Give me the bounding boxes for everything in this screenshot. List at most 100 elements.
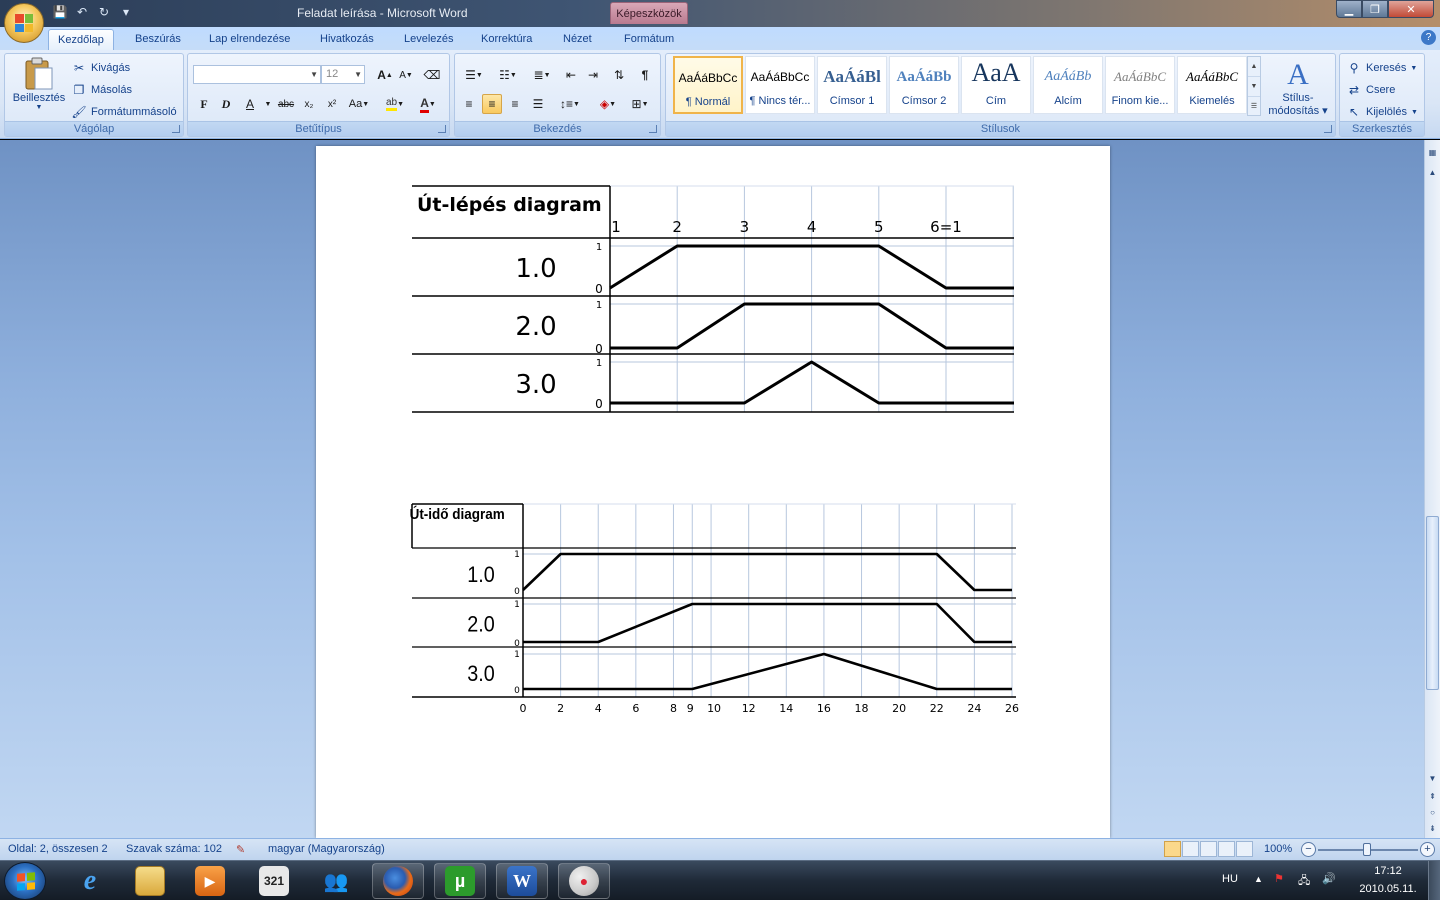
- align-center-button[interactable]: ≡: [482, 94, 502, 114]
- zoom-out-icon[interactable]: −: [1301, 842, 1316, 857]
- document-page[interactable]: Út-lépés diagram 1 2 3 4 5 6=1 1.0 1 0 2.0 1 0 3.0 1 0…: [316, 146, 1110, 838]
- help-icon[interactable]: ?: [1421, 30, 1436, 45]
- volume-icon[interactable]: 🔊: [1322, 872, 1336, 885]
- select-browse-object-icon[interactable]: ○: [1425, 806, 1440, 820]
- change-styles-button[interactable]: A Stílus- módosítás ▾: [1262, 58, 1334, 117]
- style-heading-1[interactable]: AaÁáBl Címsor 1: [817, 56, 887, 114]
- taskbar-firefox[interactable]: [372, 863, 424, 899]
- paste-button[interactable]: Beillesztés ▼: [9, 56, 69, 111]
- vertical-scrollbar[interactable]: ▦ ▲ ▼ ⇞ ○ ⇟: [1424, 140, 1440, 838]
- language-indicator[interactable]: HU: [1222, 873, 1238, 885]
- taskbar-word[interactable]: W: [496, 863, 548, 899]
- action-center-icon[interactable]: ⚑: [1274, 872, 1284, 885]
- highlight-button[interactable]: ab ▼: [381, 94, 409, 114]
- chevron-down-icon[interactable]: ▼: [1248, 77, 1260, 97]
- font-color-button[interactable]: A ▼: [414, 94, 442, 114]
- maximize-button[interactable]: ❐: [1362, 0, 1388, 18]
- increase-indent-button[interactable]: ⇥: [583, 65, 603, 85]
- grow-font-button[interactable]: A ▲: [375, 65, 395, 85]
- taskbar-paint[interactable]: ●: [558, 863, 610, 899]
- decrease-indent-button[interactable]: ⇤: [561, 65, 581, 85]
- superscript-button[interactable]: x²: [322, 94, 342, 114]
- tab-beszuras[interactable]: Beszúrás: [126, 29, 190, 50]
- scroll-up-icon[interactable]: ▲: [1425, 166, 1440, 180]
- dialog-launcher-icon[interactable]: [649, 125, 657, 133]
- more-icon[interactable]: ☰: [1248, 97, 1260, 116]
- word-count[interactable]: Szavak száma: 102: [126, 843, 222, 855]
- shrink-font-button[interactable]: A ▼: [396, 65, 416, 85]
- style-subtle-emphasis[interactable]: AaÁáBbC Finom kie...: [1105, 56, 1175, 114]
- clock-time[interactable]: 17:12: [1358, 865, 1418, 877]
- scroll-down-icon[interactable]: ▼: [1425, 772, 1440, 786]
- tab-levelezes[interactable]: Levelezés: [395, 29, 463, 50]
- zoom-slider-knob[interactable]: [1363, 843, 1371, 856]
- print-layout-view-icon[interactable]: [1164, 841, 1181, 857]
- page-count[interactable]: Oldal: 2, összesen 2: [8, 843, 108, 855]
- style-heading-2[interactable]: AaÁáBb Címsor 2: [889, 56, 959, 114]
- change-case-button[interactable]: Aa ▼: [346, 94, 372, 114]
- cut-button[interactable]: ✂ Kivágás: [71, 60, 130, 76]
- clock-date[interactable]: 2010.05.11.: [1352, 883, 1424, 895]
- chevron-up-icon[interactable]: ▲: [1248, 57, 1260, 77]
- minimize-button[interactable]: ▁: [1336, 0, 1362, 18]
- format-painter-button[interactable]: 🖌 Formátummásoló: [71, 104, 176, 120]
- undo-icon[interactable]: ↶: [74, 4, 90, 20]
- font-size-combo[interactable]: 12 ▼: [321, 65, 365, 84]
- underline-button[interactable]: A: [240, 94, 260, 114]
- multilevel-list-button[interactable]: ≣ ▼: [527, 65, 557, 85]
- style-subtitle[interactable]: AaÁáBb Alcím: [1033, 56, 1103, 114]
- bullets-button[interactable]: ☰ ▼: [459, 65, 489, 85]
- select-button[interactable]: ↖ Kijelölés ▼: [1346, 104, 1418, 120]
- taskbar-explorer[interactable]: [124, 863, 176, 899]
- shading-button[interactable]: ◈ ▼: [593, 94, 623, 114]
- justify-button[interactable]: ☰: [528, 94, 548, 114]
- dialog-launcher-icon[interactable]: [438, 125, 446, 133]
- font-name-combo[interactable]: ▼: [193, 65, 321, 84]
- show-desktop-button[interactable]: [1428, 861, 1440, 900]
- web-layout-view-icon[interactable]: [1200, 841, 1217, 857]
- close-button[interactable]: ✕: [1388, 0, 1434, 18]
- tab-formatum[interactable]: Formátum: [615, 29, 683, 50]
- zoom-level[interactable]: 100%: [1264, 843, 1292, 855]
- dialog-launcher-icon[interactable]: [1324, 125, 1332, 133]
- underline-dropdown-icon[interactable]: ▼: [258, 94, 278, 114]
- align-left-button[interactable]: ≡: [459, 94, 479, 114]
- taskbar-media-player-classic[interactable]: 321: [248, 863, 300, 899]
- styles-gallery-scroll[interactable]: ▲ ▼ ☰: [1247, 56, 1261, 116]
- sort-button[interactable]: ⇅: [609, 65, 629, 85]
- subscript-button[interactable]: x₂: [299, 94, 319, 114]
- proofing-icon[interactable]: ✎: [236, 843, 245, 856]
- outline-view-icon[interactable]: [1218, 841, 1235, 857]
- zoom-in-icon[interactable]: +: [1420, 842, 1435, 857]
- show-marks-button[interactable]: ¶: [635, 65, 655, 85]
- tab-korrektura[interactable]: Korrektúra: [472, 29, 541, 50]
- copy-button[interactable]: ❐ Másolás: [71, 82, 132, 98]
- italic-button[interactable]: D: [216, 94, 236, 114]
- language-indicator[interactable]: magyar (Magyarország): [268, 843, 385, 855]
- align-right-button[interactable]: ≡: [505, 94, 525, 114]
- previous-page-icon[interactable]: ⇞: [1425, 790, 1440, 804]
- dialog-launcher-icon[interactable]: [172, 125, 180, 133]
- style-title[interactable]: AaA Cím: [961, 56, 1031, 114]
- network-icon[interactable]: 🖧: [1298, 872, 1310, 891]
- bold-button[interactable]: F: [194, 94, 214, 114]
- taskbar-utorrent[interactable]: µ: [434, 863, 486, 899]
- taskbar-media-player[interactable]: ▶: [184, 863, 236, 899]
- draft-view-icon[interactable]: [1236, 841, 1253, 857]
- line-spacing-button[interactable]: ↕≡ ▼: [555, 94, 585, 114]
- redo-icon[interactable]: ↻: [96, 4, 112, 20]
- tab-nezet[interactable]: Nézet: [554, 29, 601, 50]
- taskbar-messenger[interactable]: 👥: [310, 863, 362, 899]
- style-emphasis[interactable]: AaÁáBbC Kiemelés: [1177, 56, 1247, 114]
- save-icon[interactable]: 💾: [52, 4, 68, 20]
- find-button[interactable]: ⚲ Keresés ▼: [1346, 60, 1418, 76]
- clear-formatting-button[interactable]: ⌫: [422, 65, 442, 85]
- customize-qat-icon[interactable]: ▾: [118, 4, 134, 20]
- next-page-icon[interactable]: ⇟: [1425, 822, 1440, 836]
- start-button[interactable]: [4, 862, 46, 900]
- scrollbar-thumb[interactable]: [1426, 516, 1439, 690]
- borders-button[interactable]: ⊞ ▼: [625, 94, 655, 114]
- style-normal[interactable]: AaÁáBbCc ¶ Normál: [673, 56, 743, 114]
- style-no-spacing[interactable]: AaÁáBbCc ¶ Nincs tér...: [745, 56, 815, 114]
- full-screen-reading-view-icon[interactable]: [1182, 841, 1199, 857]
